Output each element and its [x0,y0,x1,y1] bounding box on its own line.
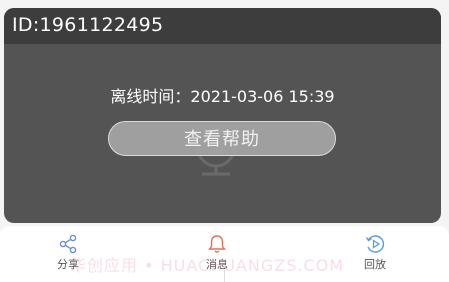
tab-playback[interactable]: 回放 [340,234,410,274]
share-icon [59,234,77,254]
toolbar-divider [224,270,225,282]
bell-icon [208,235,226,253]
video-player[interactable]: ID:1961122495 离线时间：2021-03-06 15:39 查看帮助 [4,8,441,223]
watermark-text: 华创应用 • HUACHUANGZS.COM [70,256,345,275]
playback-icon [365,235,385,253]
device-id-label: ID:1961122495 [12,14,164,36]
view-help-button[interactable]: 查看帮助 [108,121,336,156]
camera-page: ID:1961122495 离线时间：2021-03-06 15:39 查看帮助… [0,0,449,282]
offline-time-text: 离线时间：2021-03-06 15:39 [110,87,335,106]
tab-playback-label: 回放 [364,258,386,271]
